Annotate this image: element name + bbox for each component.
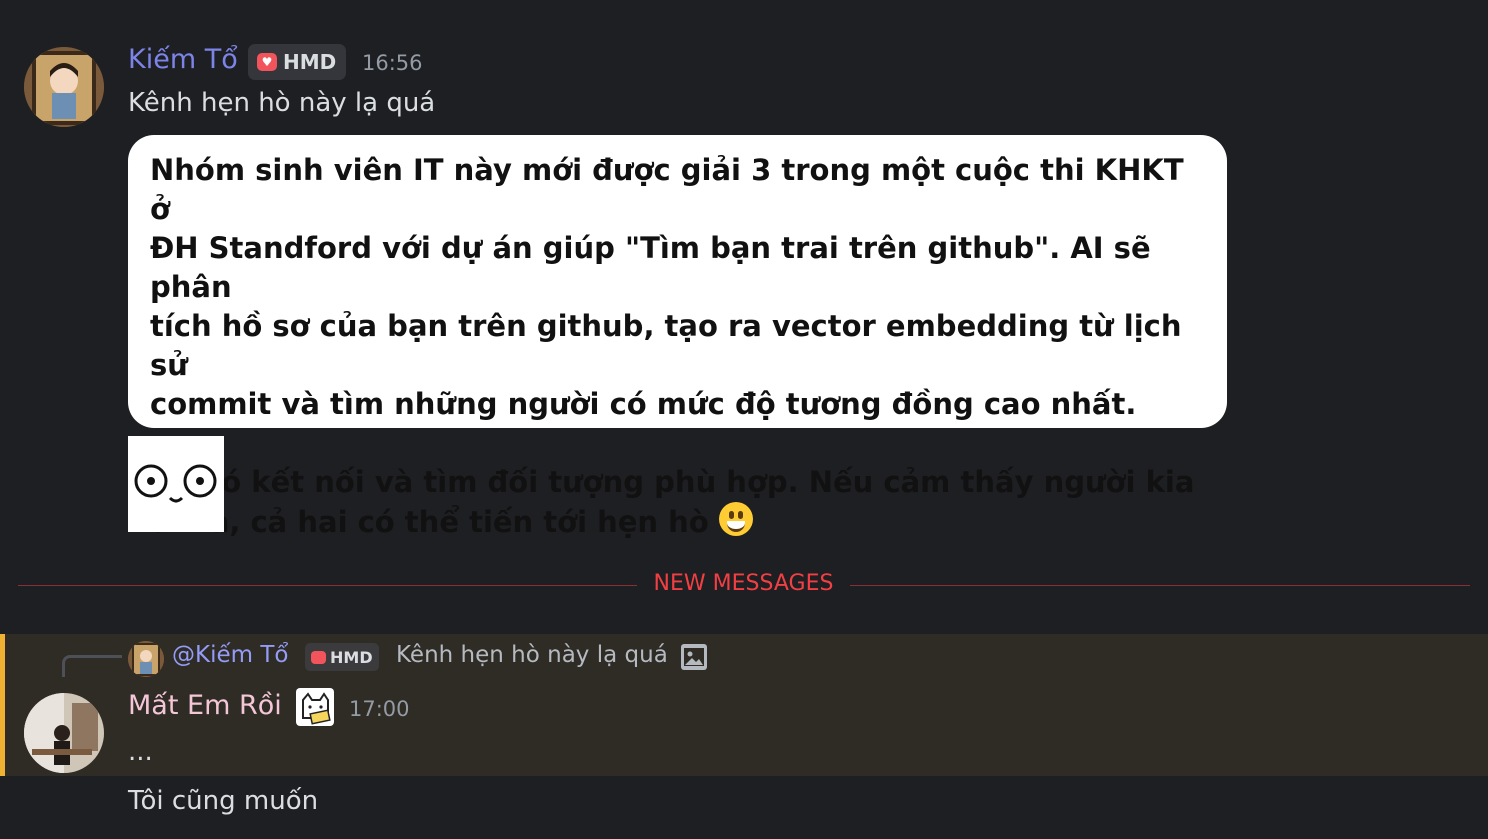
reply-snippet[interactable]: Kênh hẹn hò này lạ quá [396, 642, 668, 668]
new-messages-label: NEW MESSAGES [653, 571, 834, 596]
reply-spine [62, 655, 122, 677]
mention-highlight-bar [0, 634, 5, 776]
message-timestamp[interactable]: 17:00 [349, 697, 410, 721]
role-badge[interactable]: ♥ HMD [248, 44, 346, 80]
heart-icon [311, 650, 326, 664]
grinning-face-emoji-icon [718, 502, 753, 536]
reply-mention[interactable]: @Kiếm Tổ [172, 642, 288, 668]
new-messages-divider-left [18, 585, 637, 586]
image-icon [681, 644, 707, 670]
new-messages-divider-right [850, 585, 1470, 586]
heart-icon: ♥ [257, 53, 277, 71]
shared-image-card[interactable]: Nhóm sinh viên IT này mới được giải 3 tr… [128, 135, 1227, 539]
author-name[interactable]: Mất Em Rồi [128, 690, 282, 721]
staring-eyes-sticker[interactable] [128, 436, 224, 532]
author-name[interactable]: Kiếm Tổ [128, 44, 238, 75]
cat-sticker-badge-icon[interactable] [296, 688, 334, 726]
reply-mini-avatar[interactable] [128, 641, 164, 677]
reply-role-badge: HMD [305, 643, 379, 671]
message-text: Kênh hẹn hò này lạ quá [128, 88, 436, 118]
role-badge-label: HMD [283, 50, 337, 74]
staring-eyes-icon [134, 464, 217, 503]
message-text: ... [128, 737, 153, 767]
message-timestamp[interactable]: 16:56 [362, 51, 423, 75]
avatar-mat-em-roi[interactable] [24, 693, 104, 773]
avatar-kiem-to[interactable] [24, 47, 104, 127]
avatar-portrait-icon [24, 47, 104, 127]
reply-role-badge-label: HMD [330, 647, 373, 667]
follow-up-message-text: Tôi cũng muốn [128, 786, 319, 816]
card-paragraph: Nhóm sinh viên IT này mới được giải 3 tr… [150, 153, 1184, 421]
avatar-photo-icon [24, 693, 104, 773]
avatar-portrait-icon [128, 641, 164, 677]
card-paragraph: Từ đó kết nối và tìm đối tượng phù hợp. … [150, 465, 1195, 539]
